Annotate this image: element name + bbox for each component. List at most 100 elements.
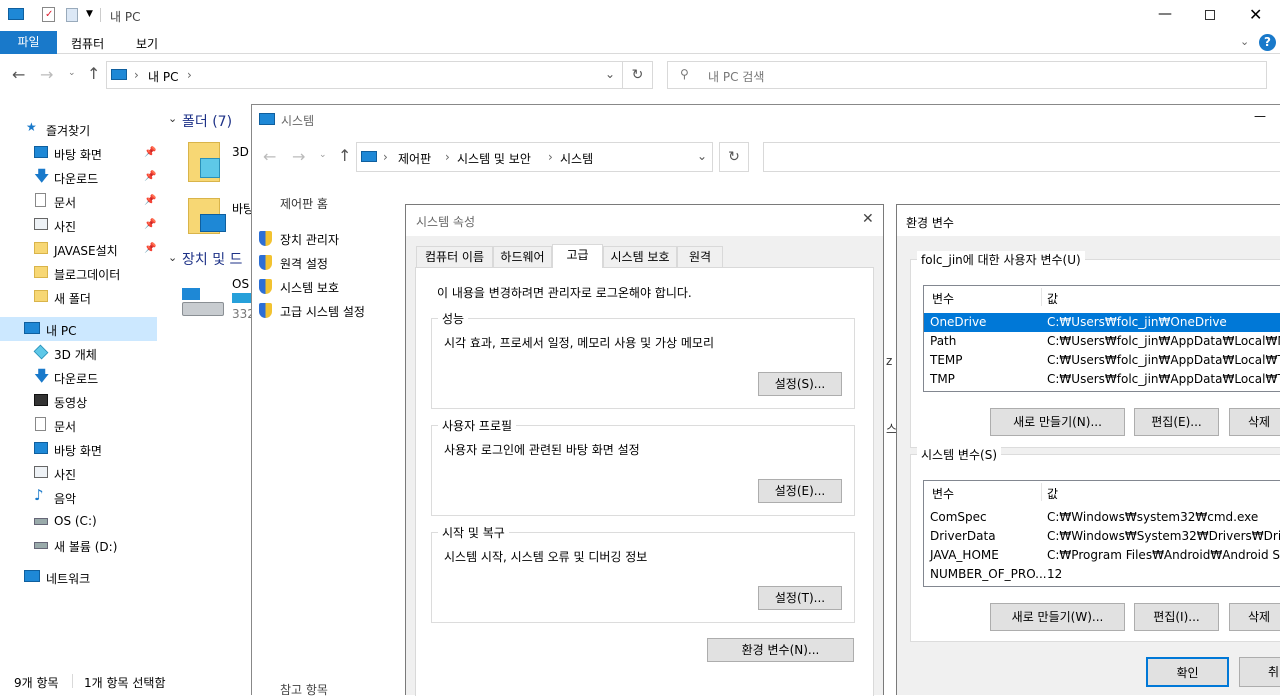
chevron-down-icon[interactable]: ⌄ bbox=[1240, 35, 1249, 48]
table-row[interactable]: JAVA_HOME C:₩Program Files₩Android₩Andro… bbox=[924, 546, 1280, 565]
drive-label[interactable]: OS bbox=[232, 277, 249, 291]
table-row[interactable]: TMP C:₩Users₩folc_jin₩AppData₩Local₩Temp bbox=[924, 370, 1280, 389]
maximize-icon[interactable] bbox=[1205, 10, 1215, 20]
table-row[interactable]: Path C:₩Users₩folc_jin₩AppData₩Local₩Mic… bbox=[924, 332, 1280, 351]
search-input[interactable] bbox=[763, 142, 1280, 172]
search-input[interactable]: ⚲ 내 PC 검색 bbox=[667, 61, 1267, 89]
device-manager-link[interactable]: 장치 관리자 bbox=[280, 231, 339, 248]
table-row[interactable]: DriverData C:₩Windows₩System32₩Drivers₩D… bbox=[924, 527, 1280, 546]
sidebar-item-3d[interactable]: 3D 개체 bbox=[0, 341, 157, 365]
control-panel-home-link[interactable]: 제어판 홈 bbox=[280, 195, 328, 212]
group-title: 사용자 프로필 bbox=[438, 417, 517, 434]
cancel-button[interactable]: 취 bbox=[1239, 657, 1280, 687]
sidebar-item-pictures-pc[interactable]: 사진 bbox=[0, 461, 157, 485]
table-row[interactable]: NUMBER_OF_PRO... 12 bbox=[924, 565, 1280, 584]
tab-computer-name[interactable]: 컴퓨터 이름 bbox=[416, 246, 493, 267]
forward-arrow-icon[interactable]: → bbox=[292, 147, 305, 166]
breadcrumb-item[interactable]: 제어판 bbox=[398, 150, 431, 167]
pin-icon[interactable]: 📌 bbox=[144, 219, 156, 230]
folders-header[interactable]: 폴더 (7) bbox=[182, 111, 232, 131]
sidebar-item-network[interactable]: 네트워크 bbox=[0, 565, 157, 589]
tab-system-protection[interactable]: 시스템 보호 bbox=[603, 246, 677, 267]
sidebar-item-desktop-pc[interactable]: 바탕 화면 bbox=[0, 437, 157, 461]
tab-file[interactable]: 파일 bbox=[0, 31, 57, 54]
section-collapse-icon[interactable]: ⌄ bbox=[168, 251, 177, 264]
profile-settings-button[interactable]: 설정(E)... bbox=[758, 479, 842, 503]
table-row[interactable]: ComSpec C:₩Windows₩system32₩cmd.exe bbox=[924, 508, 1280, 527]
up-arrow-icon[interactable]: ↑ bbox=[87, 64, 100, 83]
column-header-variable[interactable]: 변수 bbox=[932, 485, 954, 502]
environment-variables-button[interactable]: 환경 변수(N)... bbox=[707, 638, 854, 662]
sidebar-item-javase[interactable]: JAVASE설치 📌 bbox=[0, 237, 157, 261]
status-bar: 9개 항목 1개 항목 선택함 bbox=[0, 666, 252, 695]
column-header-variable[interactable]: 변수 bbox=[932, 290, 954, 307]
tab-view[interactable]: 보기 bbox=[136, 35, 158, 52]
startup-settings-button[interactable]: 설정(T)... bbox=[758, 586, 842, 610]
close-icon[interactable]: ✕ bbox=[1249, 5, 1262, 24]
system-protection-link[interactable]: 시스템 보호 bbox=[280, 279, 339, 296]
minimize-icon[interactable]: — bbox=[1254, 109, 1266, 123]
system-edit-button[interactable]: 편집(I)... bbox=[1134, 603, 1219, 631]
minimize-icon[interactable]: — bbox=[1158, 6, 1172, 22]
address-bar[interactable]: › 내 PC › ⌄ bbox=[106, 61, 623, 89]
user-new-button[interactable]: 새로 만들기(N)... bbox=[990, 408, 1125, 436]
table-row[interactable]: TEMP C:₩Users₩folc_jin₩AppData₩Local₩Tem… bbox=[924, 351, 1280, 370]
system-new-button[interactable]: 새로 만들기(W)... bbox=[990, 603, 1125, 631]
recent-locations-icon[interactable]: ⌄ bbox=[68, 68, 76, 78]
startup-desc: 시스템 시작, 시스템 오류 및 디버깅 정보 bbox=[444, 550, 648, 564]
back-arrow-icon[interactable]: ← bbox=[263, 147, 276, 166]
folder-item-label[interactable]: 3D bbox=[232, 145, 249, 159]
new-folder-icon[interactable] bbox=[66, 8, 78, 22]
breadcrumb-item[interactable]: 시스템 bbox=[560, 150, 593, 167]
column-header-value[interactable]: 값 bbox=[1047, 485, 1058, 502]
sidebar-item-favorites[interactable]: ★ 즐겨찾기 bbox=[0, 117, 157, 141]
properties-icon[interactable]: ✓ bbox=[42, 7, 55, 22]
address-dropdown-icon[interactable]: ⌄ bbox=[605, 67, 615, 81]
back-arrow-icon[interactable]: ← bbox=[12, 65, 25, 84]
drive-icon[interactable] bbox=[182, 302, 224, 316]
sidebar-item-videos[interactable]: 동영상 bbox=[0, 389, 157, 413]
sidebar-item-newfolder[interactable]: 새 폴더 bbox=[0, 285, 157, 309]
advanced-settings-link[interactable]: 고급 시스템 설정 bbox=[280, 303, 365, 320]
sidebar-item-downloads-pc[interactable]: 🡇 다운로드 bbox=[0, 365, 157, 389]
sidebar-item-desktop[interactable]: 바탕 화면 📌 bbox=[0, 141, 157, 165]
sidebar-item-pictures[interactable]: 사진 📌 bbox=[0, 213, 157, 237]
user-delete-button[interactable]: 삭제 bbox=[1229, 408, 1280, 436]
tab-advanced[interactable]: 고급 bbox=[552, 244, 603, 268]
breadcrumb-item[interactable]: 시스템 및 보안 bbox=[457, 150, 531, 167]
user-edit-button[interactable]: 편집(E)... bbox=[1134, 408, 1219, 436]
refresh-button[interactable]: ↻ bbox=[719, 142, 749, 172]
recent-locations-icon[interactable]: ⌄ bbox=[319, 150, 327, 160]
sidebar-item-documents-pc[interactable]: 문서 bbox=[0, 413, 157, 437]
sidebar-item-documents[interactable]: 문서 📌 bbox=[0, 189, 157, 213]
close-icon[interactable]: ✕ bbox=[862, 211, 874, 227]
pin-icon[interactable]: 📌 bbox=[144, 147, 156, 158]
tab-computer[interactable]: 컴퓨터 bbox=[71, 35, 104, 52]
section-collapse-icon[interactable]: ⌄ bbox=[168, 112, 177, 125]
address-bar[interactable]: › 제어판 › 시스템 및 보안 › 시스템 ⌄ bbox=[356, 142, 713, 172]
table-row[interactable]: OneDrive C:₩Users₩folc_jin₩OneDrive bbox=[924, 313, 1280, 332]
up-arrow-icon[interactable]: ↑ bbox=[338, 146, 351, 165]
system-delete-button[interactable]: 삭제 bbox=[1229, 603, 1280, 631]
sidebar-item-drive-c[interactable]: OS (C:) bbox=[0, 509, 157, 533]
refresh-button[interactable]: ↻ bbox=[623, 61, 653, 89]
forward-arrow-icon[interactable]: → bbox=[40, 65, 53, 84]
help-icon[interactable]: ? bbox=[1259, 34, 1276, 51]
chevron-down-icon[interactable]: ▼ bbox=[86, 9, 93, 19]
sidebar-item-blogdata[interactable]: 블로그데이터 bbox=[0, 261, 157, 285]
pin-icon[interactable]: 📌 bbox=[144, 195, 156, 206]
ok-button[interactable]: 확인 bbox=[1146, 657, 1229, 687]
column-header-value[interactable]: 값 bbox=[1047, 290, 1058, 307]
performance-settings-button[interactable]: 설정(S)... bbox=[758, 372, 842, 396]
remote-settings-link[interactable]: 원격 설정 bbox=[280, 255, 328, 272]
pin-icon[interactable]: 📌 bbox=[144, 243, 156, 254]
address-dropdown-icon[interactable]: ⌄ bbox=[697, 149, 707, 163]
tab-hardware[interactable]: 하드웨어 bbox=[493, 246, 552, 267]
sidebar-item-thispc[interactable]: 내 PC bbox=[0, 317, 157, 341]
sidebar-item-music[interactable]: ♪ 음악 bbox=[0, 485, 157, 509]
sidebar-item-downloads[interactable]: 🡇 다운로드 📌 bbox=[0, 165, 157, 189]
devices-header[interactable]: 장치 및 드 bbox=[182, 249, 242, 269]
tab-remote[interactable]: 원격 bbox=[677, 246, 723, 267]
pin-icon[interactable]: 📌 bbox=[144, 171, 156, 182]
sidebar-item-drive-d[interactable]: 새 볼륨 (D:) bbox=[0, 533, 157, 557]
